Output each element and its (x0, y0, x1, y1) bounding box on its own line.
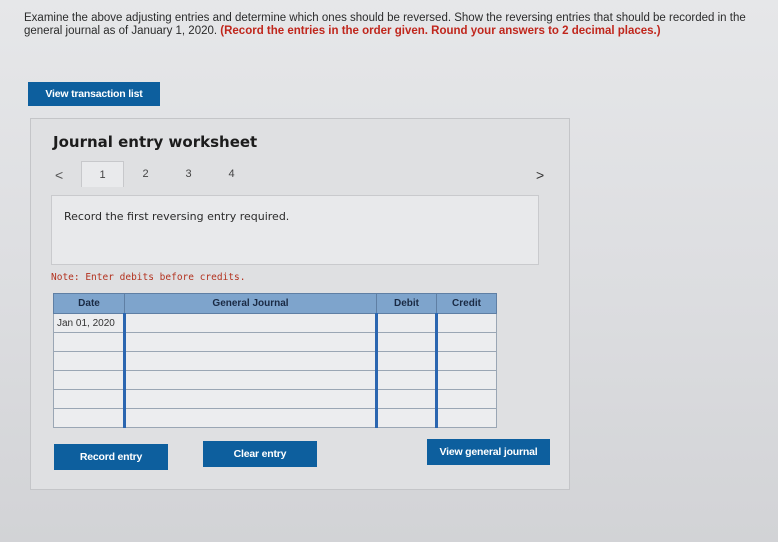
header-general-journal: General Journal (124, 293, 377, 314)
debit-input[interactable] (375, 389, 437, 409)
header-credit: Credit (436, 293, 497, 314)
instructions: Examine the above adjusting entries and … (24, 12, 754, 37)
table-row: Jan 01, 2020 (53, 313, 497, 333)
credit-input[interactable] (435, 351, 497, 371)
table-row (53, 408, 497, 428)
header-debit: Debit (376, 293, 437, 314)
account-input[interactable] (123, 351, 377, 371)
tab-3[interactable]: 3 (167, 161, 210, 187)
credit-input[interactable] (435, 370, 497, 390)
instructions-emphasis: (Record the entries in the order given. … (220, 24, 661, 37)
table-header-row: Date General Journal Debit Credit (53, 293, 497, 314)
prompt-text: Record the first reversing entry require… (64, 210, 290, 223)
account-input[interactable] (123, 408, 377, 428)
record-entry-button[interactable]: Record entry (54, 444, 168, 470)
date-cell[interactable] (53, 408, 125, 428)
debit-input[interactable] (375, 313, 437, 333)
debit-input[interactable] (375, 332, 437, 352)
credit-input[interactable] (435, 408, 497, 428)
table-row (53, 370, 497, 390)
chevron-right-icon[interactable]: > (536, 167, 544, 183)
journal-entry-worksheet: Journal entry worksheet < 1 2 3 4 > Reco… (30, 118, 570, 490)
debit-input[interactable] (375, 351, 437, 371)
prompt-box: Record the first reversing entry require… (51, 195, 539, 265)
clear-entry-button[interactable]: Clear entry (203, 441, 317, 467)
date-cell[interactable] (53, 332, 125, 352)
account-input[interactable] (123, 332, 377, 352)
table-row (53, 389, 497, 409)
date-cell[interactable] (53, 370, 125, 390)
account-input[interactable] (123, 389, 377, 409)
date-cell[interactable]: Jan 01, 2020 (53, 313, 125, 333)
tab-1[interactable]: 1 (81, 161, 124, 187)
chevron-left-icon[interactable]: < (55, 167, 63, 183)
account-input[interactable] (123, 370, 377, 390)
date-cell[interactable] (53, 389, 125, 409)
note-text: Note: Enter debits before credits. (51, 272, 246, 283)
credit-input[interactable] (435, 389, 497, 409)
tab-2[interactable]: 2 (124, 161, 167, 187)
table-row (53, 332, 497, 352)
debit-input[interactable] (375, 370, 437, 390)
account-input[interactable] (123, 313, 377, 333)
header-date: Date (53, 293, 125, 314)
table-row (53, 351, 497, 371)
credit-input[interactable] (435, 332, 497, 352)
worksheet-title: Journal entry worksheet (53, 133, 258, 151)
view-transaction-list-button[interactable]: View transaction list (28, 82, 160, 106)
date-cell[interactable] (53, 351, 125, 371)
credit-input[interactable] (435, 313, 497, 333)
debit-input[interactable] (375, 408, 437, 428)
journal-table: Date General Journal Debit Credit Jan 01… (53, 293, 497, 428)
tab-4[interactable]: 4 (210, 161, 253, 187)
view-general-journal-button[interactable]: View general journal (427, 439, 550, 465)
worksheet-tabs: 1 2 3 4 (81, 161, 253, 187)
